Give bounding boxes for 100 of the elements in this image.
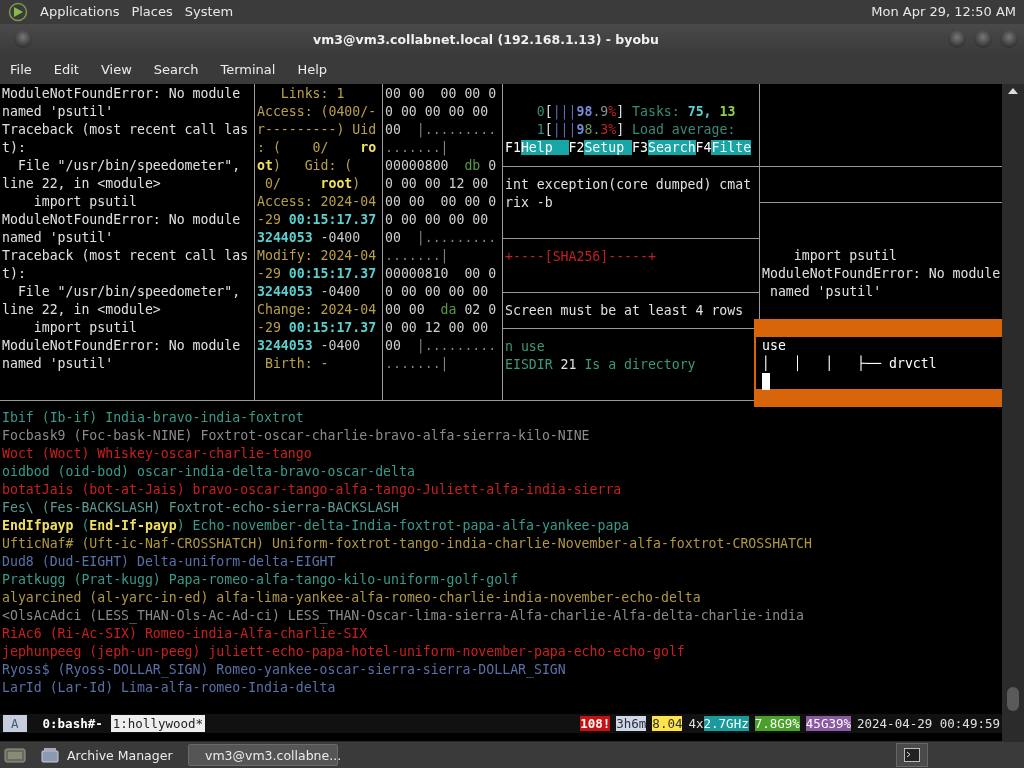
terminal-line: r---------) Uid <box>257 120 377 139</box>
menu-item[interactable]: Edit <box>53 61 79 77</box>
terminal-line: Traceback (most recent call las <box>2 120 249 139</box>
text-cursor <box>762 372 770 390</box>
terminal-line: import psutil <box>792 246 897 265</box>
minimize-button[interactable] <box>948 30 966 49</box>
terminal-line: -29 00:15:17.37 <box>257 264 377 283</box>
terminal-line: : ( 0/ ro <box>257 138 377 157</box>
menu-item[interactable]: Search <box>153 61 199 77</box>
terminal-line: line 22, in <module> <box>2 300 161 319</box>
terminal-line: import psutil <box>32 192 137 211</box>
scroll-thumb[interactable] <box>1007 687 1019 712</box>
terminal-line: botatJais (bot-at-Jais) bravo-oscar-tango-alfa-tango-Juliett-alfa-india-sierra <box>2 480 622 499</box>
terminal-line: ModuleNotFoundError: No module <box>2 336 241 355</box>
menu-item[interactable]: Terminal <box>220 61 276 77</box>
scrollbar[interactable] <box>1002 83 1024 742</box>
terminal-line: RiAc6 (Ri-Ac-SIX) Romeo-india-Alfa-charlie-SIX <box>2 624 368 643</box>
terminal-line: alyarcined (al-yarc-in-ed) alfa-lima-yankee-alfa-romeo-charlie-india-november-echo-delta <box>2 588 701 607</box>
terminal-line: <OlsAcAdci (LESS_THAN-Ols-Ac-Ad-ci) LESS_THAN-Oscar-lima-sierra-Alfa-charlie-Alfa-delta-charlie-india <box>2 606 804 625</box>
terminal-line: t): <box>2 264 26 283</box>
terminal-line: rix -b <box>505 193 553 212</box>
terminal-line: int exception(core dumped) cmat <box>505 175 752 194</box>
status-item: 45G39% <box>805 715 851 733</box>
terminal-line: 0 00 00 12 00 <box>385 174 489 193</box>
terminal-line: Change: 2024-04 <box>257 300 377 319</box>
status-item: 108! <box>580 715 611 733</box>
menu-item[interactable]: File <box>10 61 32 77</box>
terminal-line: 00 00 da 02 0 <box>385 300 497 319</box>
session-tag: A <box>3 715 27 733</box>
terminal-line: Links: 1 <box>279 84 345 103</box>
terminal-line: ModuleNotFoundError: No module <box>2 210 241 229</box>
terminal-line: .......| <box>385 354 449 373</box>
terminal-line: 3244053 -0400 <box>257 228 361 247</box>
terminal-line: File "/usr/bin/speedometer", <box>16 156 241 175</box>
archive-icon <box>41 747 59 763</box>
terminal-line: named 'psutil' <box>2 102 114 121</box>
terminal-line: named 'psutil' <box>2 228 114 247</box>
terminal-line: .......| <box>385 138 449 157</box>
terminal-line: named 'psutil' <box>2 354 114 373</box>
terminal-line: 0 00 00 00 00 <box>385 102 489 121</box>
close-button[interactable] <box>1000 30 1018 49</box>
terminal-line: 00 00 00 00 0 <box>385 192 497 211</box>
terminal-icon <box>904 748 920 762</box>
terminal-line: 00000810 00 0 <box>385 264 497 283</box>
tray-button[interactable] <box>896 743 928 767</box>
terminal-line: t): <box>2 138 26 157</box>
terminal-line: Screen must be at least 4 rows <box>505 301 744 320</box>
terminal-line: line 22, in <module> <box>2 174 161 193</box>
terminal-line: +----[SHA256]-----+ <box>505 247 656 266</box>
panel-clock[interactable]: Mon Apr 29, 12:50 AM <box>871 4 1016 20</box>
terminal-line: n use <box>505 337 545 356</box>
terminal-line: oidbod (oid-bod) oscar-india-delta-bravo-oscar-delta <box>2 462 415 481</box>
terminal-line: jephunpeeg (jeph-un-peeg) juliett-echo-papa-hotel-uniform-november-papa-echo-echo-golf <box>2 642 685 661</box>
terminal-line: Pratkugg (Prat-kugg) Papa-romeo-alfa-tango-kilo-uniform-golf-golf <box>2 570 519 589</box>
terminal-line: 00 |......... <box>385 120 497 139</box>
terminal-line: Modify: 2024-04 <box>257 246 377 265</box>
window-tab[interactable]: 1:hollywood* <box>110 715 206 733</box>
terminal-line: Ibif (Ib-if) India-bravo-india-foxtrot <box>2 408 304 427</box>
terminal-line: EISDIR 21 Is a directory <box>505 355 696 374</box>
scroll-up-icon[interactable] <box>1008 87 1018 94</box>
taskbar-button[interactable]: Archive Manager <box>32 744 182 766</box>
terminal-line: ModuleNotFoundError: No module <box>2 84 241 103</box>
terminal-line: 0[|||98.9%] Tasks: 75, 13 <box>535 102 736 121</box>
window-menu-button[interactable] <box>14 30 32 49</box>
terminal-line: Access: (0400/- <box>257 102 377 121</box>
maximize-button[interactable] <box>974 30 992 49</box>
terminal-line: import psutil <box>32 318 137 337</box>
terminal-line: 00 |......... <box>385 228 497 247</box>
panel-menu[interactable]: Places <box>131 4 173 20</box>
terminal-line: ot) Gid: ( <box>257 156 353 175</box>
distro-logo-icon[interactable] <box>8 2 28 22</box>
menu-item[interactable]: Help <box>297 61 328 77</box>
terminal-line: 00000800 db 0 <box>385 156 497 175</box>
terminal-line: 0 00 00 00 00 <box>385 210 489 229</box>
window-tab[interactable]: 0:bash#- <box>40 715 105 733</box>
terminal-line: Woct (Woct) Whiskey-oscar-charlie-tango <box>2 444 312 463</box>
terminal-line: F1Help F2Setup F3SearchF4Filte <box>505 138 752 157</box>
status-item: 4x2.7GHz <box>688 715 749 733</box>
terminal-line: 1[|||98.3%] Load average: <box>535 120 736 139</box>
terminal-line: 3244053 -0400 <box>257 282 361 301</box>
terminal-line: File "/usr/bin/speedometer", <box>16 282 241 301</box>
terminal-line: Traceback (most recent call las <box>2 246 249 265</box>
terminal-line: 0 00 00 00 00 <box>385 282 489 301</box>
terminal-line: use <box>762 336 786 355</box>
terminal-line: Ryoss$ (Ryoss-DOLLAR_SIGN) Romeo-yankee-oscar-sierra-sierra-DOLLAR_SIGN <box>2 660 566 679</box>
terminal-line: -29 00:15:17.37 <box>257 318 377 337</box>
terminal-line: 00 00 00 00 0 <box>385 84 497 103</box>
panel-menu[interactable]: Applications <box>40 4 120 20</box>
terminal-line: 0/ root) <box>263 174 361 193</box>
window-title: vm3@vm3.collabnet.local (192.168.1.13) - byobu <box>312 31 660 47</box>
status-item: 3h6m <box>616 715 647 733</box>
panel-menu[interactable]: System <box>184 4 234 20</box>
taskbar-button[interactable]: vm3@vm3.collabne... <box>188 744 338 766</box>
status-item: 7.8G9% <box>754 715 800 733</box>
terminal-line: -29 00:15:17.37 <box>257 210 377 229</box>
terminal-line: Dud8 (Dud-EIGHT) Delta-uniform-delta-EIGHT <box>2 552 336 571</box>
terminal-line: Fes\ (Fes-BACKSLASH) Foxtrot-echo-sierra-BACKSLASH <box>2 498 399 517</box>
show-desktop-icon[interactable] <box>4 746 26 764</box>
terminal-line: .......| <box>385 246 449 265</box>
menu-item[interactable]: View <box>100 61 132 77</box>
